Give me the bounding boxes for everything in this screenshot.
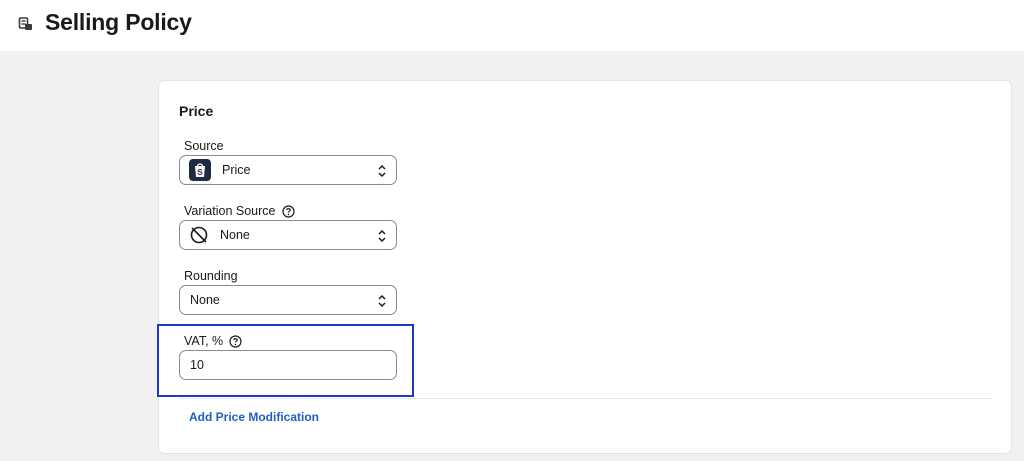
question-circle-icon[interactable]	[281, 204, 295, 218]
chevron-up-down-icon	[377, 228, 387, 244]
variation-source-value: None	[220, 228, 250, 242]
source-label-text: Source	[184, 139, 224, 153]
vat-label: VAT, %	[184, 334, 242, 348]
rounding-label-text: Rounding	[184, 269, 238, 283]
policy-icon	[18, 16, 34, 32]
none-circle-slash-icon	[189, 225, 209, 245]
question-circle-icon[interactable]	[229, 334, 242, 348]
source-label: Source	[184, 139, 224, 153]
vat-input[interactable]: 10	[179, 350, 397, 380]
rounding-select-value: None	[190, 293, 220, 307]
section-heading: Price	[179, 103, 214, 119]
page-header: Selling Policy	[0, 0, 1024, 51]
variation-source-label-text: Variation Source	[184, 204, 276, 218]
shopify-bag-icon: S	[189, 159, 211, 181]
section-divider	[178, 398, 991, 399]
add-price-modification-link[interactable]: Add Price Modification	[189, 410, 319, 424]
source-select[interactable]: S Price	[179, 155, 397, 185]
vat-label-text: VAT, %	[184, 334, 224, 348]
page-title: Selling Policy	[45, 9, 192, 35]
chevron-up-down-icon	[377, 293, 387, 309]
source-select-value: Price	[222, 163, 251, 177]
chevron-up-down-icon	[377, 163, 387, 179]
variation-source-label: Variation Source	[184, 204, 295, 218]
variation-source-select[interactable]: None	[179, 220, 397, 250]
rounding-select[interactable]: None	[179, 285, 397, 315]
rounding-label: Rounding	[184, 269, 238, 283]
svg-text:S: S	[197, 168, 203, 177]
